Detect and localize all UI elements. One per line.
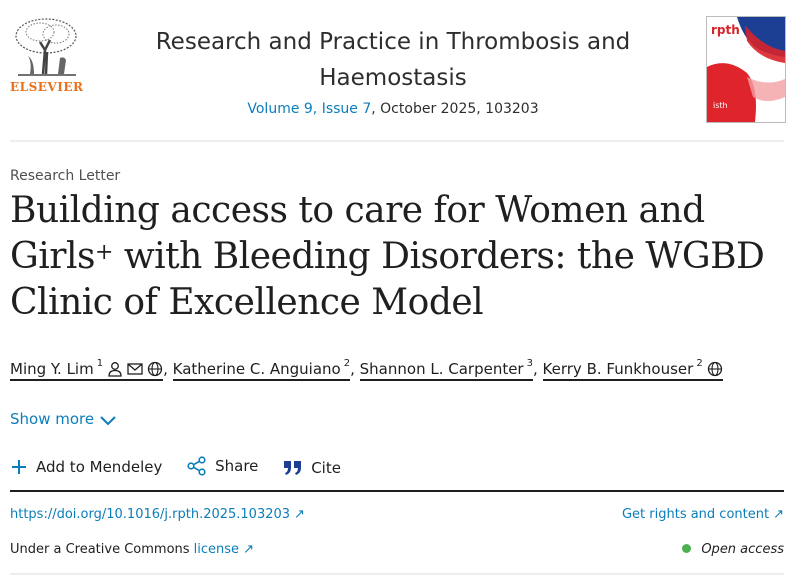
title-part2: with Bleeding Disorders: the WGBD Clinic… [10,236,765,323]
globe-icon [707,361,722,377]
chevron-down-icon [100,416,116,426]
journal-cover[interactable]: rpth isth [706,16,786,123]
publisher-name: ELSEVIER [10,80,84,94]
header-divider [10,140,784,142]
mendeley-label: Add to Mendeley [36,458,163,476]
plus-icon [12,460,26,474]
author-affiliation: 2 [696,358,703,369]
article-type: Research Letter [10,168,121,184]
actions-divider [10,490,784,492]
external-link-icon: ↗ [243,542,254,557]
author-affiliation: 3 [526,358,533,369]
rights-link[interactable]: Get rights and content ↗ [622,507,784,522]
cite-button[interactable]: Cite [283,459,341,477]
elsevier-tree-icon [10,16,82,78]
open-access-label: Open access [701,542,784,557]
email-icon [127,363,143,375]
external-link-icon: ↗ [294,507,305,522]
author-name: Ming Y. Lim [10,360,94,378]
cover-title: rpth [711,23,740,37]
author-link[interactable]: Kerry B. Funkhouser 2 [542,358,723,381]
show-more-label: Show more [10,410,95,428]
rights-text: Get rights and content [621,507,770,522]
author-link[interactable]: Ming Y. Lim 1 [10,358,164,381]
quote-icon [284,461,302,475]
show-more-button[interactable]: Show more [10,410,116,428]
external-link-icon: ↗ [773,507,784,522]
author-name: Katherine C. Anguiano [172,360,341,378]
bottom-divider [10,573,784,575]
volume-issue-link[interactable]: Volume 9, Issue 7 [247,101,371,117]
open-access-dot-icon [682,544,692,553]
author-separator: , [532,360,538,378]
cite-label: Cite [311,459,341,477]
share-icon [187,456,206,476]
share-button[interactable]: Share [187,456,258,476]
author-link[interactable]: Shannon L. Carpenter 3 [359,358,533,381]
author-separator: , [163,360,168,378]
license-link[interactable]: license ↗ [194,542,254,557]
doi-link[interactable]: https://doi.org/10.1016/j.rpth.2025.1032… [10,507,305,522]
globe-icon [147,361,163,377]
journal-title-line2: Haemostasis [319,65,467,91]
author-name: Shannon L. Carpenter [359,360,524,378]
add-to-mendeley-button[interactable]: Add to Mendeley [10,458,162,476]
author-list: Ming Y. Lim 1, Katherine C. Anguiano 2, Sh… [10,358,723,381]
doi-text: https://doi.org/10.1016/j.rpth.2025.1032… [10,507,291,522]
title-superscript: + [94,240,113,265]
author-affiliation: 2 [343,358,351,369]
issue-date: , October 2025, 103203 [371,101,539,117]
author-name: Kerry B. Funkhouser [542,360,694,378]
journal-meta: Volume 9, Issue 7, October 2025, 103203 [100,101,686,117]
license-prefix: Under a Creative Commons [10,542,194,557]
license-link-text: license [193,542,240,557]
share-label: Share [215,457,259,475]
journal-title[interactable]: Research and Practice in Thrombosis and … [100,24,686,96]
open-access-badge: Open access [682,542,784,557]
article-actions: Add to Mendeley Share Cite [10,456,361,480]
author-affiliation: 1 [96,358,104,369]
license-info: Under a Creative Commons license ↗ [10,542,254,557]
author-link[interactable]: Katherine C. Anguiano 2 [172,358,351,381]
journal-title-line1: Research and Practice in Thrombosis and [155,29,631,55]
person-icon [108,362,122,377]
cover-isth: isth [713,101,728,110]
article-title: Building access to care for Women and Gi… [10,188,770,326]
author-separator: , [350,360,355,378]
